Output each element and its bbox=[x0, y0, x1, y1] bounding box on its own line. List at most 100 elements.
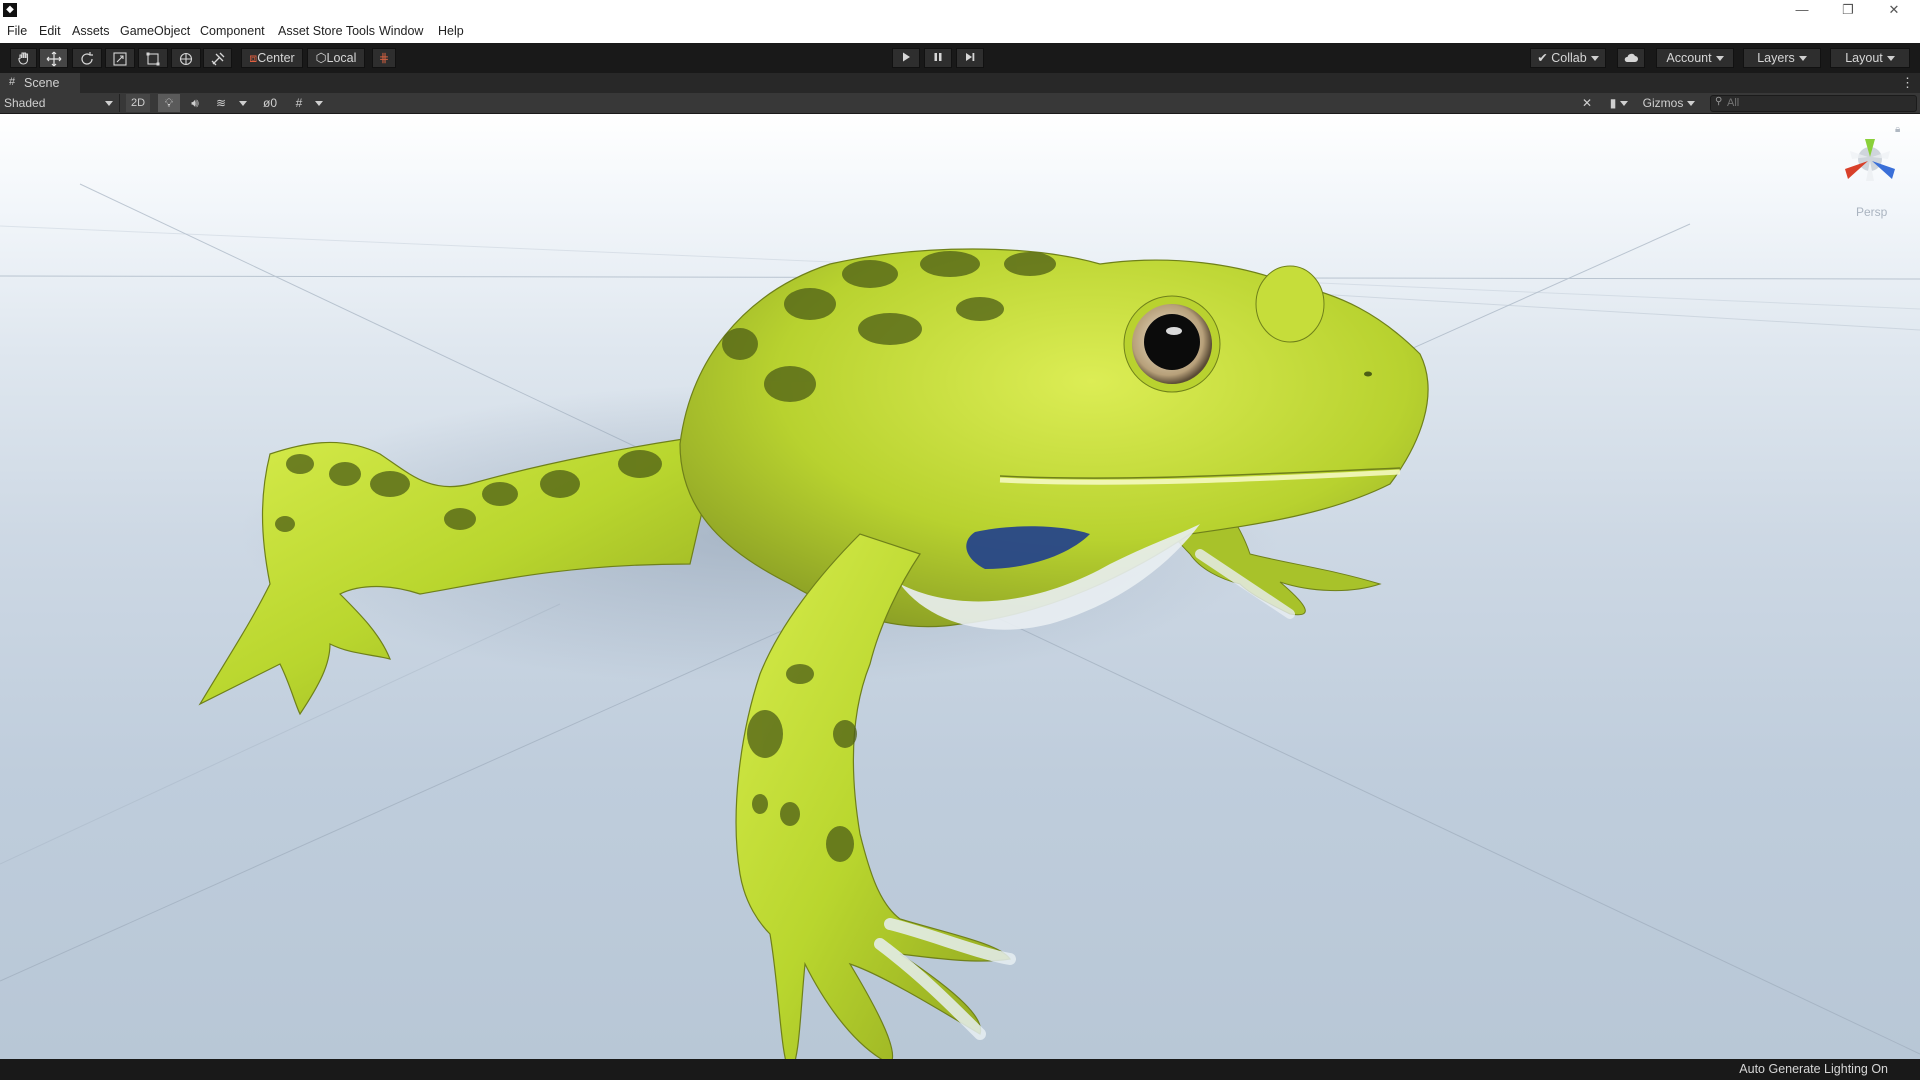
layout-dropdown[interactable]: Layout bbox=[1830, 48, 1910, 68]
rect-tool-button[interactable] bbox=[138, 48, 168, 68]
space-label: Local bbox=[326, 51, 357, 65]
transform-tool-button[interactable] bbox=[171, 48, 201, 68]
z-axis-cone-icon bbox=[1872, 161, 1895, 179]
status-message: Auto Generate Lighting On bbox=[1739, 1062, 1888, 1076]
dropdown-arrow-icon bbox=[105, 101, 113, 106]
pivot-label: Center bbox=[257, 51, 295, 65]
scene-grid-icon: # bbox=[9, 76, 16, 88]
lightbulb-icon: 💡︎ bbox=[164, 96, 174, 110]
scene-tools-button[interactable]: ✕ bbox=[1576, 94, 1598, 112]
collab-label: Collab bbox=[1551, 51, 1587, 65]
frog-model bbox=[198, 248, 1429, 1059]
collab-dropdown[interactable]: ✔ Collab bbox=[1530, 48, 1606, 68]
hand-tool-button[interactable] bbox=[10, 48, 37, 68]
hidden-objects-toggle[interactable]: ø0 bbox=[255, 94, 285, 112]
scene-tab-label: Scene bbox=[24, 76, 60, 90]
cloud-button[interactable] bbox=[1617, 48, 1645, 68]
menu-bar: File Edit Assets GameObject Component As… bbox=[0, 20, 1920, 43]
lighting-toggle[interactable]: 💡︎ bbox=[158, 94, 180, 112]
draw-mode-label: Shaded bbox=[4, 96, 46, 110]
play-button[interactable] bbox=[892, 48, 920, 68]
layout-label: Layout bbox=[1845, 51, 1883, 65]
audio-toggle[interactable]: 🔊︎ bbox=[184, 94, 206, 112]
effects-toggle[interactable]: ≋ bbox=[210, 94, 232, 112]
layers-label: Layers bbox=[1757, 51, 1795, 65]
search-input[interactable] bbox=[1727, 96, 1907, 110]
grid-snap-icon: ⋕ bbox=[378, 51, 390, 65]
scene-search-box[interactable]: ⚲ bbox=[1710, 95, 1917, 112]
dropdown-arrow-icon bbox=[239, 101, 247, 107]
menu-file[interactable]: File bbox=[7, 24, 27, 38]
cloud-icon bbox=[1624, 53, 1638, 62]
move-icon bbox=[46, 51, 61, 67]
draw-mode-dropdown[interactable]: Shaded bbox=[0, 94, 120, 112]
speaker-icon: 🔊︎ bbox=[191, 96, 199, 110]
pause-button[interactable] bbox=[924, 48, 952, 68]
orientation-gizmo[interactable] bbox=[1845, 139, 1895, 181]
play-icon bbox=[903, 52, 910, 62]
tab-scene[interactable]: # Scene bbox=[0, 73, 80, 93]
hand-icon bbox=[17, 52, 28, 65]
menu-window[interactable]: Window bbox=[379, 24, 423, 38]
collab-check-icon: ✔ bbox=[1537, 51, 1548, 65]
effects-icon: ≋ bbox=[215, 96, 227, 110]
2d-toggle[interactable]: 2D bbox=[126, 94, 150, 112]
menu-component[interactable]: Component bbox=[200, 24, 265, 38]
wrench-icon bbox=[211, 52, 224, 66]
pivot-icon: ⧈ bbox=[249, 51, 258, 65]
pivot-center-toggle[interactable]: ⧈Center bbox=[241, 48, 303, 68]
status-bar: Auto Generate Lighting On bbox=[0, 1059, 1920, 1080]
account-label: Account bbox=[1666, 51, 1712, 65]
pivot-local-toggle[interactable]: ⬡Local bbox=[307, 48, 365, 68]
tab-menu-icon[interactable]: ⋮ bbox=[1901, 75, 1914, 91]
menu-gameobject[interactable]: GameObject bbox=[120, 24, 190, 38]
move-tool-button[interactable] bbox=[39, 48, 68, 68]
grid-snap-button[interactable]: ⋕ bbox=[372, 48, 396, 68]
dropdown-arrow-icon bbox=[1886, 56, 1895, 62]
account-dropdown[interactable]: Account bbox=[1656, 48, 1734, 68]
grid-dropdown[interactable] bbox=[312, 94, 326, 112]
rotate-tool-button[interactable] bbox=[72, 48, 102, 68]
dropdown-arrow-icon bbox=[1715, 56, 1724, 62]
transform-icon bbox=[179, 52, 193, 66]
search-icon: ⚲ bbox=[1715, 96, 1723, 107]
step-button[interactable] bbox=[956, 48, 984, 68]
scene-view-toolbar: Shaded 2D 💡︎ 🔊︎ ≋ ø0 # ✕ ▮ Gizmos ⚲ bbox=[0, 93, 1920, 114]
menu-asset-store-tools[interactable]: Asset Store Tools bbox=[278, 24, 375, 38]
effects-dropdown[interactable] bbox=[236, 94, 250, 112]
scene-render bbox=[0, 139, 1920, 1059]
step-icon bbox=[966, 53, 975, 61]
menu-edit[interactable]: Edit bbox=[39, 24, 61, 38]
unity-logo-icon: ◆ bbox=[3, 3, 17, 17]
local-cube-icon: ⬡ bbox=[315, 51, 327, 65]
scene-tab-bar: # Scene ⋮ bbox=[0, 73, 1920, 93]
scale-tool-button[interactable] bbox=[105, 48, 135, 68]
grid-icon: # bbox=[295, 96, 303, 110]
pause-icon bbox=[934, 53, 942, 61]
grid-toggle[interactable]: # bbox=[288, 94, 310, 112]
hidden-count: 0 bbox=[270, 96, 278, 110]
layers-dropdown[interactable]: Layers bbox=[1743, 48, 1821, 68]
minimize-button[interactable]: — bbox=[1780, 0, 1824, 20]
title-bar: ◆ — ❐ ✕ bbox=[0, 0, 1920, 20]
rect-tool-icon bbox=[146, 52, 160, 66]
camera-dropdown[interactable]: ▮ bbox=[1604, 94, 1634, 112]
dropdown-arrow-icon bbox=[1798, 56, 1807, 62]
gizmos-dropdown[interactable]: Gizmos bbox=[1636, 94, 1702, 112]
camera-icon: ▮ bbox=[1609, 96, 1617, 110]
projection-label[interactable]: Persp bbox=[1856, 205, 1887, 219]
x-axis-cone-icon bbox=[1845, 161, 1868, 179]
main-toolbar: ⧈Center ⬡Local ⋕ ✔ Collab Account Layers… bbox=[0, 43, 1920, 73]
scene-viewport[interactable]: 🔒︎ Persp bbox=[0, 114, 1920, 1059]
close-button[interactable]: ✕ bbox=[1872, 0, 1916, 20]
dropdown-arrow-icon bbox=[1590, 56, 1599, 62]
dropdown-arrow-icon bbox=[1687, 101, 1696, 107]
gizmo-lock-icon[interactable]: 🔒︎ bbox=[1895, 124, 1900, 135]
tools-icon: ✕ bbox=[1581, 96, 1593, 110]
scale-icon bbox=[113, 52, 127, 66]
custom-tool-button[interactable] bbox=[203, 48, 232, 68]
menu-assets[interactable]: Assets bbox=[72, 24, 110, 38]
menu-help[interactable]: Help bbox=[438, 24, 464, 38]
restore-button[interactable]: ❐ bbox=[1826, 0, 1870, 20]
dropdown-arrow-icon bbox=[315, 101, 323, 107]
